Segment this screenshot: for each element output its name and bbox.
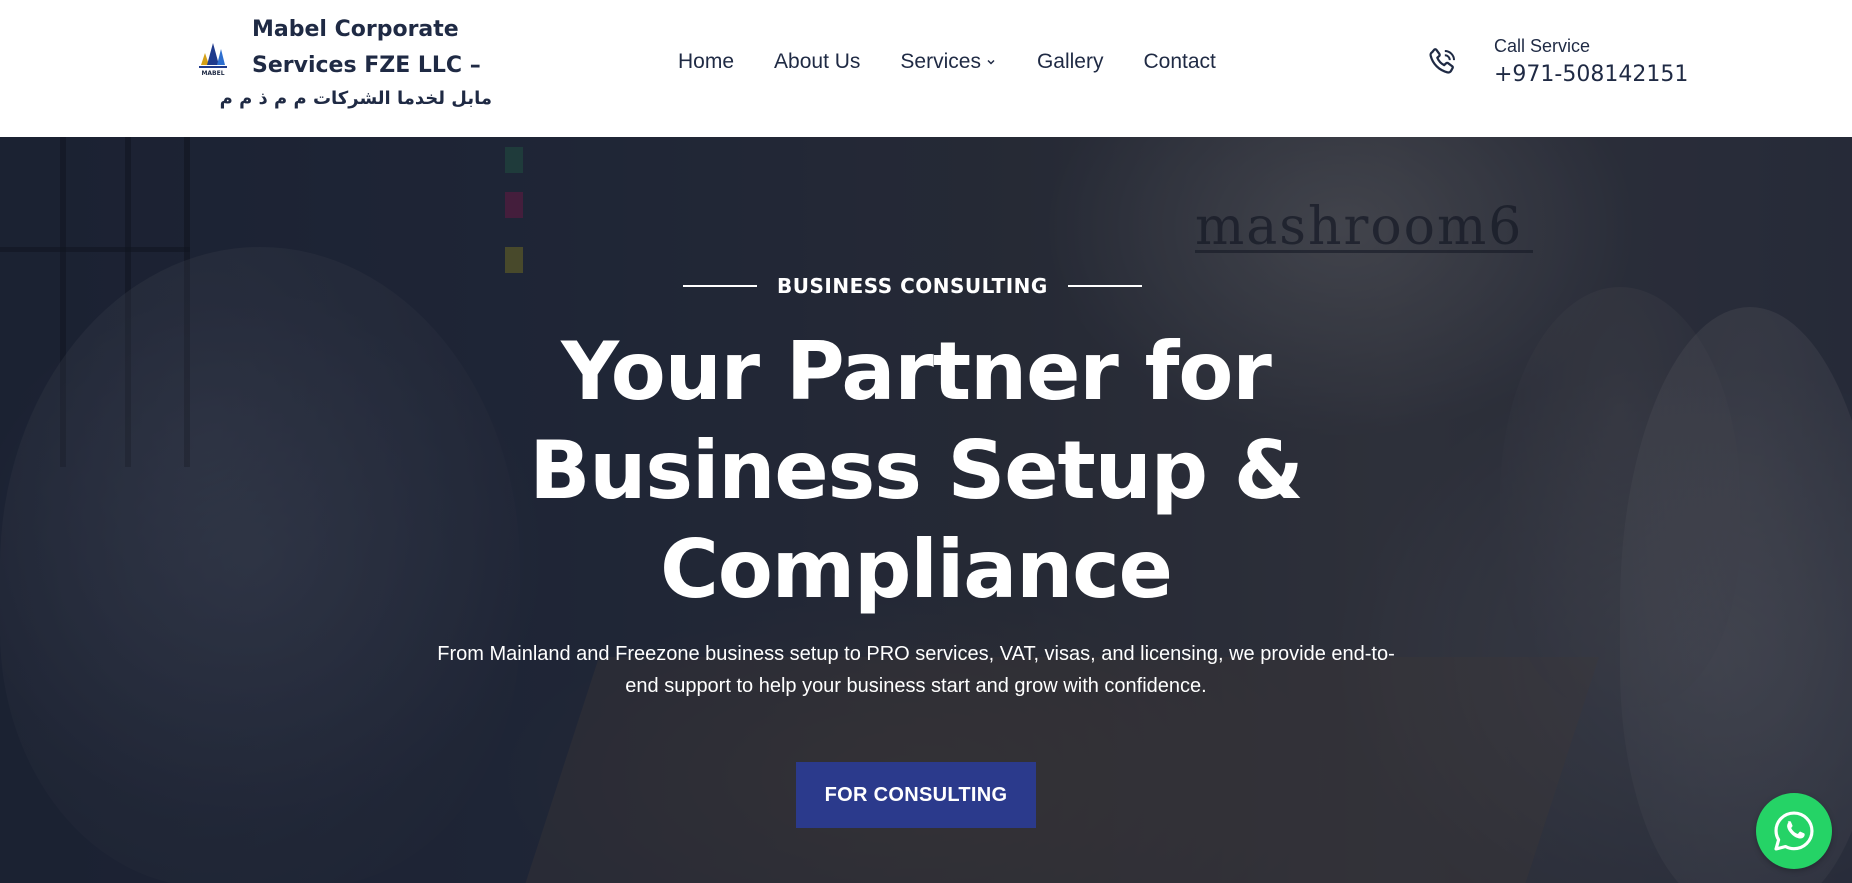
- hero-subtext: From Mainland and Freezone business setu…: [396, 638, 1436, 702]
- for-consulting-button[interactable]: FOR CONSULTING: [796, 762, 1036, 828]
- eyebrow-line-right: [1067, 285, 1142, 287]
- hero-headline: Your Partner for Business Setup & Compli…: [416, 322, 1416, 619]
- call-label: Call Service: [1494, 36, 1591, 56]
- nav-home-label: Home: [678, 50, 735, 73]
- headline-line2: Business Setup &: [529, 424, 1303, 517]
- nav-home[interactable]: Home: [678, 50, 734, 74]
- brand-name[interactable]: Mabel Corporate Services FZE LLC – مابل …: [219, 12, 492, 114]
- mabel-logo[interactable]: MABEL: [182, 26, 244, 88]
- headline-line3: Compliance: [660, 523, 1173, 616]
- eyebrow-line-left: [683, 285, 757, 287]
- chevron-down-icon: [987, 59, 995, 65]
- logo-mark-icon: MABEL: [187, 31, 239, 83]
- nav-about-us[interactable]: About Us: [774, 50, 860, 74]
- phone-icon: [1422, 43, 1462, 83]
- nav-gallery-label: Gallery: [1036, 50, 1104, 73]
- nav-contact[interactable]: Contact: [1143, 50, 1215, 74]
- brand-name-line2: Services FZE LLC –: [252, 53, 481, 78]
- nav-contact-label: Contact: [1143, 50, 1216, 73]
- whatsapp-button[interactable]: [1756, 793, 1832, 869]
- logo-text: MABEL: [201, 70, 224, 77]
- nav-services[interactable]: Services: [900, 50, 997, 74]
- call-service[interactable]: Call Service +971-508142151: [1422, 34, 1688, 92]
- nav-about-label: About Us: [774, 50, 861, 73]
- hero-eyebrow: BUSINESS CONSULTING: [683, 274, 1142, 298]
- main-nav: Home About Us Services Gallery Contact: [678, 50, 1216, 74]
- brand-name-line1: Mabel Corporate: [252, 17, 459, 42]
- headline-line1: Your Partner for: [561, 325, 1272, 418]
- nav-services-label: Services: [900, 50, 981, 73]
- site-header: MABEL Mabel Corporate Services FZE LLC –…: [0, 0, 1852, 137]
- nav-gallery[interactable]: Gallery: [1037, 50, 1104, 74]
- subtext-line2: end support to help your business start …: [625, 675, 1207, 697]
- subtext-line1: From Mainland and Freezone business setu…: [437, 643, 1395, 665]
- call-number[interactable]: +971-508142151: [1494, 58, 1688, 92]
- eyebrow-text: BUSINESS CONSULTING: [777, 274, 1048, 298]
- brand-name-arabic: مابل لخدما الشركات م م ذ م م: [219, 88, 492, 109]
- whatsapp-icon: [1774, 811, 1814, 851]
